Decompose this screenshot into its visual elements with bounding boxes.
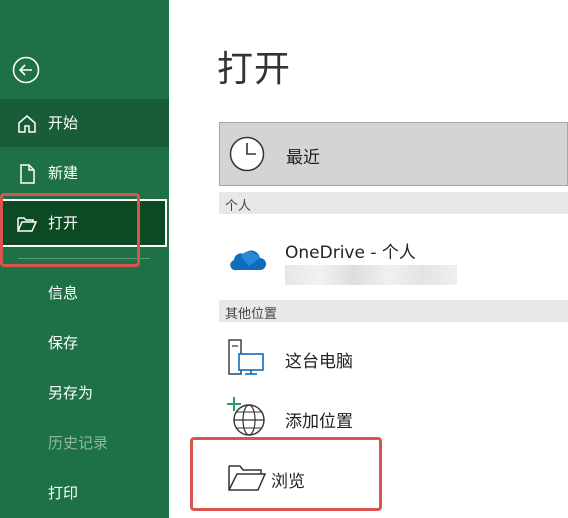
add-globe-icon <box>227 397 265 436</box>
nav-item-label: 新建 <box>48 164 79 182</box>
location-this-pc[interactable]: 这台电脑 <box>219 334 568 384</box>
new-file-icon <box>20 164 35 184</box>
nav-item-label: 保存 <box>48 334 79 352</box>
nav-item-label: 开始 <box>48 114 79 132</box>
section-header-label: 个人 <box>225 199 252 214</box>
page-title: 打开 <box>217 49 292 90</box>
nav-item-print[interactable]: 打印 <box>0 469 169 517</box>
section-header-other-locations: 其他位置 <box>219 300 568 322</box>
onedrive-label: OneDrive - 个人 <box>285 243 416 263</box>
section-header-personal: 个人 <box>219 192 568 214</box>
highlight-box-browse <box>190 437 382 511</box>
add-location-label: 添加位置 <box>285 412 353 432</box>
nav-item-history: 历史记录 <box>0 419 169 467</box>
nav-item-save-as[interactable]: 另存为 <box>0 369 169 417</box>
nav-item-label: 历史记录 <box>48 434 109 452</box>
nav-item-save[interactable]: 保存 <box>0 319 169 367</box>
account-email-redacted <box>285 265 457 285</box>
nav-item-home[interactable]: 开始 <box>0 99 169 147</box>
recent-label: 最近 <box>286 148 320 168</box>
back-arrow-icon <box>12 56 40 84</box>
nav-item-info[interactable]: 信息 <box>0 269 169 317</box>
highlight-box-open <box>0 193 140 267</box>
computer-icon <box>228 339 264 375</box>
nav-item-label: 另存为 <box>48 384 94 402</box>
back-button[interactable] <box>12 56 40 84</box>
nav-item-new[interactable]: 新建 <box>0 149 169 197</box>
clock-icon <box>229 136 265 172</box>
home-icon <box>18 115 36 133</box>
nav-item-label: 信息 <box>48 284 79 302</box>
nav-item-label: 打印 <box>48 484 79 502</box>
section-header-label: 其他位置 <box>225 307 278 322</box>
cloud-icon <box>230 250 266 271</box>
recent-button[interactable]: 最近 <box>219 122 568 186</box>
this-pc-label: 这台电脑 <box>285 352 353 372</box>
